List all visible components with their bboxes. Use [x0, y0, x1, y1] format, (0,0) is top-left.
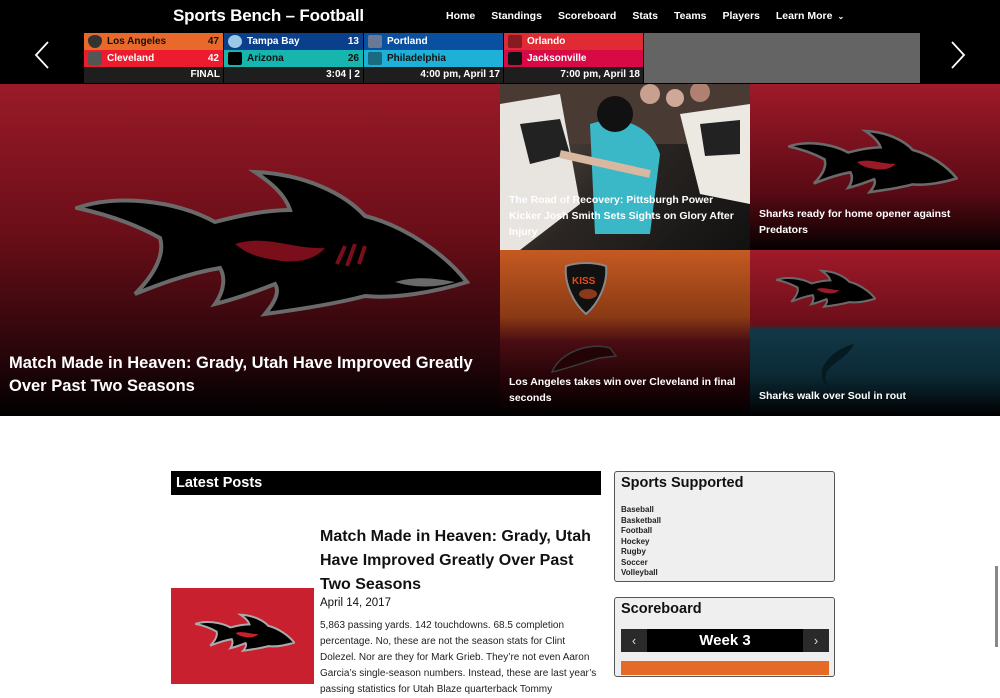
game-card[interactable]: Orlando Jacksonville 7:00 pm, April 18: [504, 33, 643, 83]
scoreboard-widget: Scoreboard ‹ Week 3 ›: [614, 597, 835, 677]
team-name: Los Angeles: [107, 36, 167, 47]
svg-text:KISS: KISS: [572, 276, 596, 287]
next-week-button[interactable]: ›: [803, 629, 829, 652]
team-logo-icon: [368, 35, 382, 48]
widget-title: Scoreboard: [621, 601, 702, 617]
sport-item[interactable]: Hockey: [621, 537, 834, 548]
latest-posts: Latest Posts Match Made in Heaven: Grady…: [171, 471, 601, 695]
team-row: Jacksonville: [504, 50, 643, 67]
sport-item[interactable]: Football: [621, 526, 834, 537]
post-excerpt: 5,863 passing yards. 142 touchdowns. 68.…: [320, 620, 597, 695]
prev-week-button[interactable]: ‹: [621, 629, 647, 652]
team-name: Tampa Bay: [247, 36, 300, 47]
chevron-left-icon: [34, 41, 49, 69]
sports-list: Baseball Basketball Football Hockey Rugb…: [615, 491, 834, 579]
sport-item[interactable]: Basketball: [621, 516, 834, 527]
shark-logo-icon: [195, 613, 295, 653]
game-card[interactable]: Los Angeles 47 Cleveland 42 FINAL: [84, 33, 223, 83]
team-logo-icon: [368, 52, 382, 65]
nav-learn-more[interactable]: Learn More ⌄: [776, 10, 844, 22]
shark-logo-icon: [788, 129, 958, 194]
team-row: Portland: [364, 33, 503, 50]
latest-posts-heading: Latest Posts: [171, 471, 601, 495]
site-header: Sports Bench – Football Home Standings S…: [0, 0, 1000, 84]
featured-story-title[interactable]: Sharks ready for home opener against Pre…: [759, 206, 989, 238]
team-logo-icon: [228, 52, 242, 65]
post-date: April 14, 2017: [320, 597, 391, 609]
game-status: 3:04 | 2: [224, 67, 363, 83]
ticker-prev-button[interactable]: [27, 40, 57, 76]
game-status: 4:00 pm, April 17: [364, 67, 503, 83]
nav-players[interactable]: Players: [723, 10, 760, 22]
featured-story-title[interactable]: Los Angeles takes win over Cleveland in …: [509, 374, 739, 406]
featured-story[interactable]: The Road of Recovery: Pittsburgh Power K…: [500, 84, 750, 250]
game-card[interactable]: Tampa Bay 13 Arizona 26 3:04 | 2: [224, 33, 363, 83]
page-scrollbar[interactable]: [995, 566, 998, 647]
team-score: 47: [207, 36, 219, 47]
featured-grid: Match Made in Heaven: Grady, Utah Have I…: [0, 84, 1000, 416]
team-logo-icon: [88, 52, 102, 65]
nav-standings[interactable]: Standings: [491, 10, 542, 22]
post-title[interactable]: Match Made in Heaven: Grady, Utah Have I…: [320, 525, 600, 597]
game-status: FINAL: [84, 67, 223, 83]
team-logo-icon: [508, 35, 522, 48]
sport-item[interactable]: Volleyball: [621, 568, 834, 579]
ticker-next-button[interactable]: [943, 40, 973, 76]
game-card[interactable]: Portland Philadelphia 4:00 pm, April 17: [364, 33, 503, 83]
team-logo-icon: [228, 35, 242, 48]
sport-item[interactable]: Soccer: [621, 558, 834, 569]
score-ticker: Los Angeles 47 Cleveland 42 FINAL Tampa Ba…: [84, 33, 920, 83]
team-row: Arizona 26: [224, 50, 363, 67]
featured-story[interactable]: Sharks ready for home opener against Pre…: [750, 84, 1000, 250]
ticker-empty-slot: [644, 33, 920, 83]
la-kiss-logo-icon: KISS: [564, 262, 608, 316]
team-row: Tampa Bay 13: [224, 33, 363, 50]
widget-title: Sports Supported: [621, 475, 744, 491]
week-label: Week 3: [699, 632, 751, 649]
team-row: Cleveland 42: [84, 50, 223, 67]
site-title[interactable]: Sports Bench – Football: [173, 6, 364, 26]
team-logo-icon: [88, 35, 102, 48]
featured-main-story[interactable]: Match Made in Heaven: Grady, Utah Have I…: [0, 84, 500, 416]
team-name: Cleveland: [107, 53, 155, 64]
featured-story-title[interactable]: The Road of Recovery: Pittsburgh Power K…: [509, 192, 739, 240]
chevron-down-icon: ⌄: [837, 11, 845, 21]
team-logo-icon: [508, 52, 522, 65]
nav-teams[interactable]: Teams: [674, 10, 707, 22]
team-name: Jacksonville: [527, 53, 587, 64]
nav-scoreboard[interactable]: Scoreboard: [558, 10, 616, 22]
chevron-right-icon: [951, 41, 966, 69]
team-name: Portland: [387, 36, 428, 47]
team-score: 42: [207, 53, 219, 64]
team-name: Orlando: [527, 36, 566, 47]
shark-logo-icon: [776, 269, 876, 309]
team-row: Orlando: [504, 33, 643, 50]
featured-story[interactable]: Sharks walk over Soul in rout: [750, 250, 1000, 416]
nav-home[interactable]: Home: [446, 10, 475, 22]
post-thumbnail[interactable]: [171, 588, 314, 684]
team-name: Philadelphia: [387, 53, 446, 64]
scoreboard-game-row[interactable]: [621, 661, 829, 675]
team-score: 13: [347, 36, 359, 47]
week-selector: ‹ Week 3 ›: [621, 629, 829, 652]
featured-story-title[interactable]: Sharks walk over Soul in rout: [759, 388, 989, 404]
game-status: 7:00 pm, April 18: [504, 67, 643, 83]
team-row: Philadelphia: [364, 50, 503, 67]
main-nav: Home Standings Scoreboard Stats Teams Pl…: [446, 10, 860, 22]
sport-item[interactable]: Rugby: [621, 547, 834, 558]
team-score: 26: [347, 53, 359, 64]
nav-stats[interactable]: Stats: [632, 10, 658, 22]
post-item: Match Made in Heaven: Grady, Utah Have I…: [171, 495, 601, 695]
featured-main-title[interactable]: Match Made in Heaven: Grady, Utah Have I…: [9, 352, 494, 398]
nav-learn-more-label: Learn More: [775, 10, 833, 22]
soul-logo-icon: [821, 344, 854, 388]
featured-story[interactable]: KISS Los Angeles takes win over Clevelan…: [500, 250, 750, 416]
shark-logo-icon: [75, 169, 470, 317]
sports-supported-widget: Sports Supported Baseball Basketball Foo…: [614, 471, 835, 582]
team-name: Arizona: [247, 53, 284, 64]
sport-item[interactable]: Baseball: [621, 505, 834, 516]
team-row: Los Angeles 47: [84, 33, 223, 50]
